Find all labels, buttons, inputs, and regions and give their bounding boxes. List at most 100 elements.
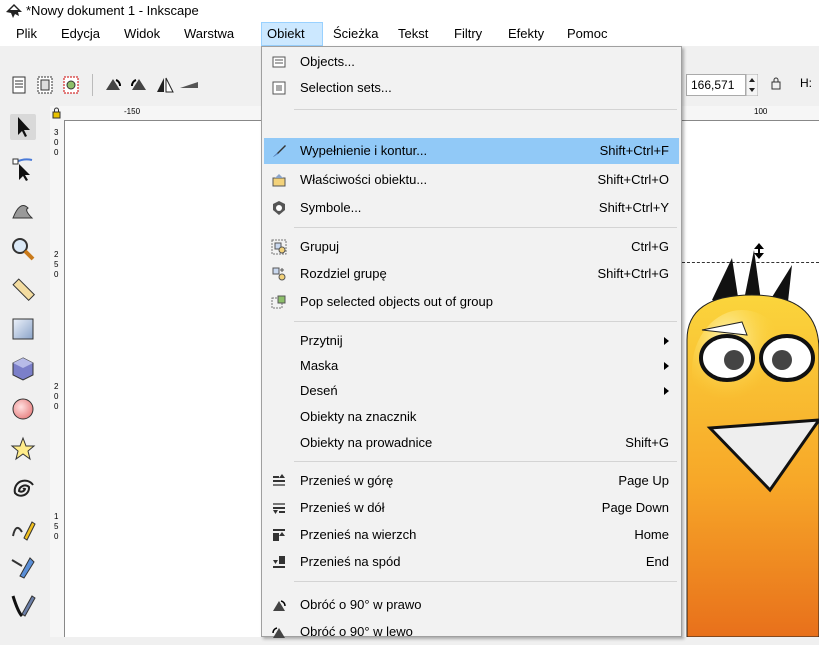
menu-item-raise-to-top[interactable]: Przenieś na wierzch Home (264, 522, 679, 548)
selection-sets-icon (272, 81, 286, 95)
node-tool[interactable] (10, 156, 36, 182)
menu-item-label: Obróć o 90° w lewo (300, 624, 413, 639)
menu-item-pop-out[interactable]: Pop selected objects out of group (264, 289, 679, 315)
menu-item-label: Selection sets... (300, 80, 392, 95)
flip-horizontal-icon[interactable] (154, 74, 176, 96)
menu-separator (294, 321, 677, 322)
menu-separator (294, 227, 677, 228)
menu-item-selection-sets[interactable]: Selection sets... (264, 75, 679, 101)
menu-item-mask[interactable]: Maska (264, 353, 679, 379)
menu-label: Filtry (454, 26, 483, 41)
tool-panel (0, 106, 50, 637)
menu-item-shortcut: Ctrl+G (631, 239, 669, 254)
menu-item-pattern[interactable]: Deseń (264, 378, 679, 404)
menu-item-lower[interactable]: Przenieś w dół Page Down (264, 495, 679, 521)
group-icon (271, 239, 287, 255)
ruler-tick-label: 0 (54, 148, 59, 157)
pencil-tool[interactable] (10, 516, 36, 542)
menu-item-group[interactable]: Grupuj Ctrl+G (264, 234, 679, 260)
calligraphy-icon (11, 595, 36, 618)
select-all-icon[interactable] (8, 74, 30, 96)
ruler-tick-label: 1 (54, 512, 59, 521)
menu-item-shortcut: Shift+G (625, 435, 669, 450)
menu-item-fill-stroke[interactable]: Wypełnienie i kontur... Shift+Ctrl+F (264, 138, 679, 164)
ruler-icon (12, 278, 36, 302)
rotate-ccw-tool-icon[interactable] (102, 74, 124, 96)
fill-stroke-icon (273, 145, 286, 157)
menu-item-shortcut: Home (634, 527, 669, 542)
ruler-tick-label: 3 (54, 128, 59, 137)
lock-icon[interactable] (770, 76, 782, 90)
menu-item-label: Objects... (300, 54, 355, 69)
menu-tekst[interactable]: Tekst (392, 22, 434, 46)
tweak-tool[interactable] (10, 196, 36, 222)
selector-tool[interactable] (10, 114, 36, 140)
menu-item-objects[interactable]: Objects... (264, 49, 679, 75)
zoom-tool[interactable] (10, 236, 36, 262)
lower-icon (273, 503, 285, 514)
menu-sciezka[interactable]: Ścieżka (327, 22, 385, 46)
menu-item-label: Wypełnienie i kontur... (300, 143, 428, 158)
coordinate-input[interactable]: 166,571 (686, 74, 746, 96)
menu-edycja[interactable]: Edycja (55, 22, 106, 46)
menu-efekty[interactable]: Efekty (502, 22, 550, 46)
rectangle-tool[interactable] (10, 316, 36, 342)
menu-pomoc[interactable]: Pomoc (561, 22, 613, 46)
menu-item-label: Przenieś na wierzch (300, 527, 417, 542)
menu-item-lower-to-bottom[interactable]: Przenieś na spód End (264, 549, 679, 575)
menu-item-label: Maska (300, 358, 339, 373)
menu-plik[interactable]: Plik (10, 22, 43, 46)
rotate-cw-tool-icon[interactable] (128, 74, 150, 96)
menu-item-shortcut: Shift+Ctrl+O (597, 172, 669, 187)
menu-item-ungroup[interactable]: Rozdziel grupę Shift+Ctrl+G (264, 261, 679, 287)
ruler-tick-label: 0 (54, 138, 59, 147)
deselect-icon[interactable] (60, 74, 82, 96)
spin-button-icon[interactable] (746, 74, 758, 96)
spiral-tool[interactable] (10, 476, 36, 502)
magnifier-icon (12, 238, 35, 261)
select-all-layers-icon[interactable] (34, 74, 56, 96)
menu-item-label: Obiekty na prowadnice (300, 435, 433, 450)
pen-icon (11, 557, 35, 579)
menu-item-clip[interactable]: Przytnij (264, 328, 679, 354)
bird-illustration[interactable] (682, 240, 819, 637)
tweak-icon (12, 205, 34, 219)
menu-item-objects-to-guides[interactable]: Obiekty na prowadnice Shift+G (264, 430, 679, 456)
lower-to-bottom-icon (273, 556, 285, 568)
menu-item-label: Symbole... (300, 200, 362, 215)
menu-item-shortcut: Page Up (618, 473, 669, 488)
3d-box-tool[interactable] (10, 356, 36, 382)
menu-item-rotate-cw[interactable]: Obróć o 90° w prawo (264, 592, 679, 618)
menu-label: Obiekt (267, 26, 305, 41)
vertical-ruler: 3 0 0 2 5 0 2 0 0 1 5 0 (50, 120, 65, 637)
menu-item-label: Przenieś w górę (300, 473, 394, 488)
pen-tool[interactable] (10, 554, 36, 580)
submenu-arrow-icon (664, 362, 669, 370)
circle-icon (12, 398, 34, 420)
ellipse-tool[interactable] (10, 396, 36, 422)
menu-item-rotate-ccw[interactable]: Obróć o 90° w lewo (264, 619, 679, 645)
menu-filtry[interactable]: Filtry (448, 22, 488, 46)
flip-vertical-icon[interactable] (178, 74, 200, 96)
menu-item-raise[interactable]: Przenieś w górę Page Up (264, 468, 679, 494)
menu-item-object-properties[interactable]: Właściwości obiektu... Shift+Ctrl+O (264, 167, 679, 193)
objects-icon (272, 56, 286, 68)
ruler-tick-label: 2 (54, 250, 59, 259)
ruler-corner (50, 106, 64, 120)
ruler-tick-label: 0 (54, 270, 59, 279)
calligraphy-tool[interactable] (10, 592, 36, 618)
menu-item-symbols[interactable]: Symbole... Shift+Ctrl+Y (264, 195, 679, 221)
lock-guides-icon[interactable] (50, 106, 64, 120)
menu-widok[interactable]: Widok (118, 22, 166, 46)
measure-tool[interactable] (10, 276, 36, 302)
spiral-icon (13, 479, 34, 497)
star-icon (10, 436, 36, 461)
menu-item-label: Deseń (300, 383, 338, 398)
star-tool[interactable] (10, 436, 36, 462)
ungroup-icon (272, 267, 286, 281)
menu-item-label: Przenieś w dół (300, 500, 385, 515)
menu-obiekt[interactable]: Obiekt (261, 22, 323, 46)
menu-item-label: Rozdziel grupę (300, 266, 387, 281)
menu-item-objects-to-marker[interactable]: Obiekty na znacznik (264, 404, 679, 430)
menu-warstwa[interactable]: Warstwa (178, 22, 240, 46)
